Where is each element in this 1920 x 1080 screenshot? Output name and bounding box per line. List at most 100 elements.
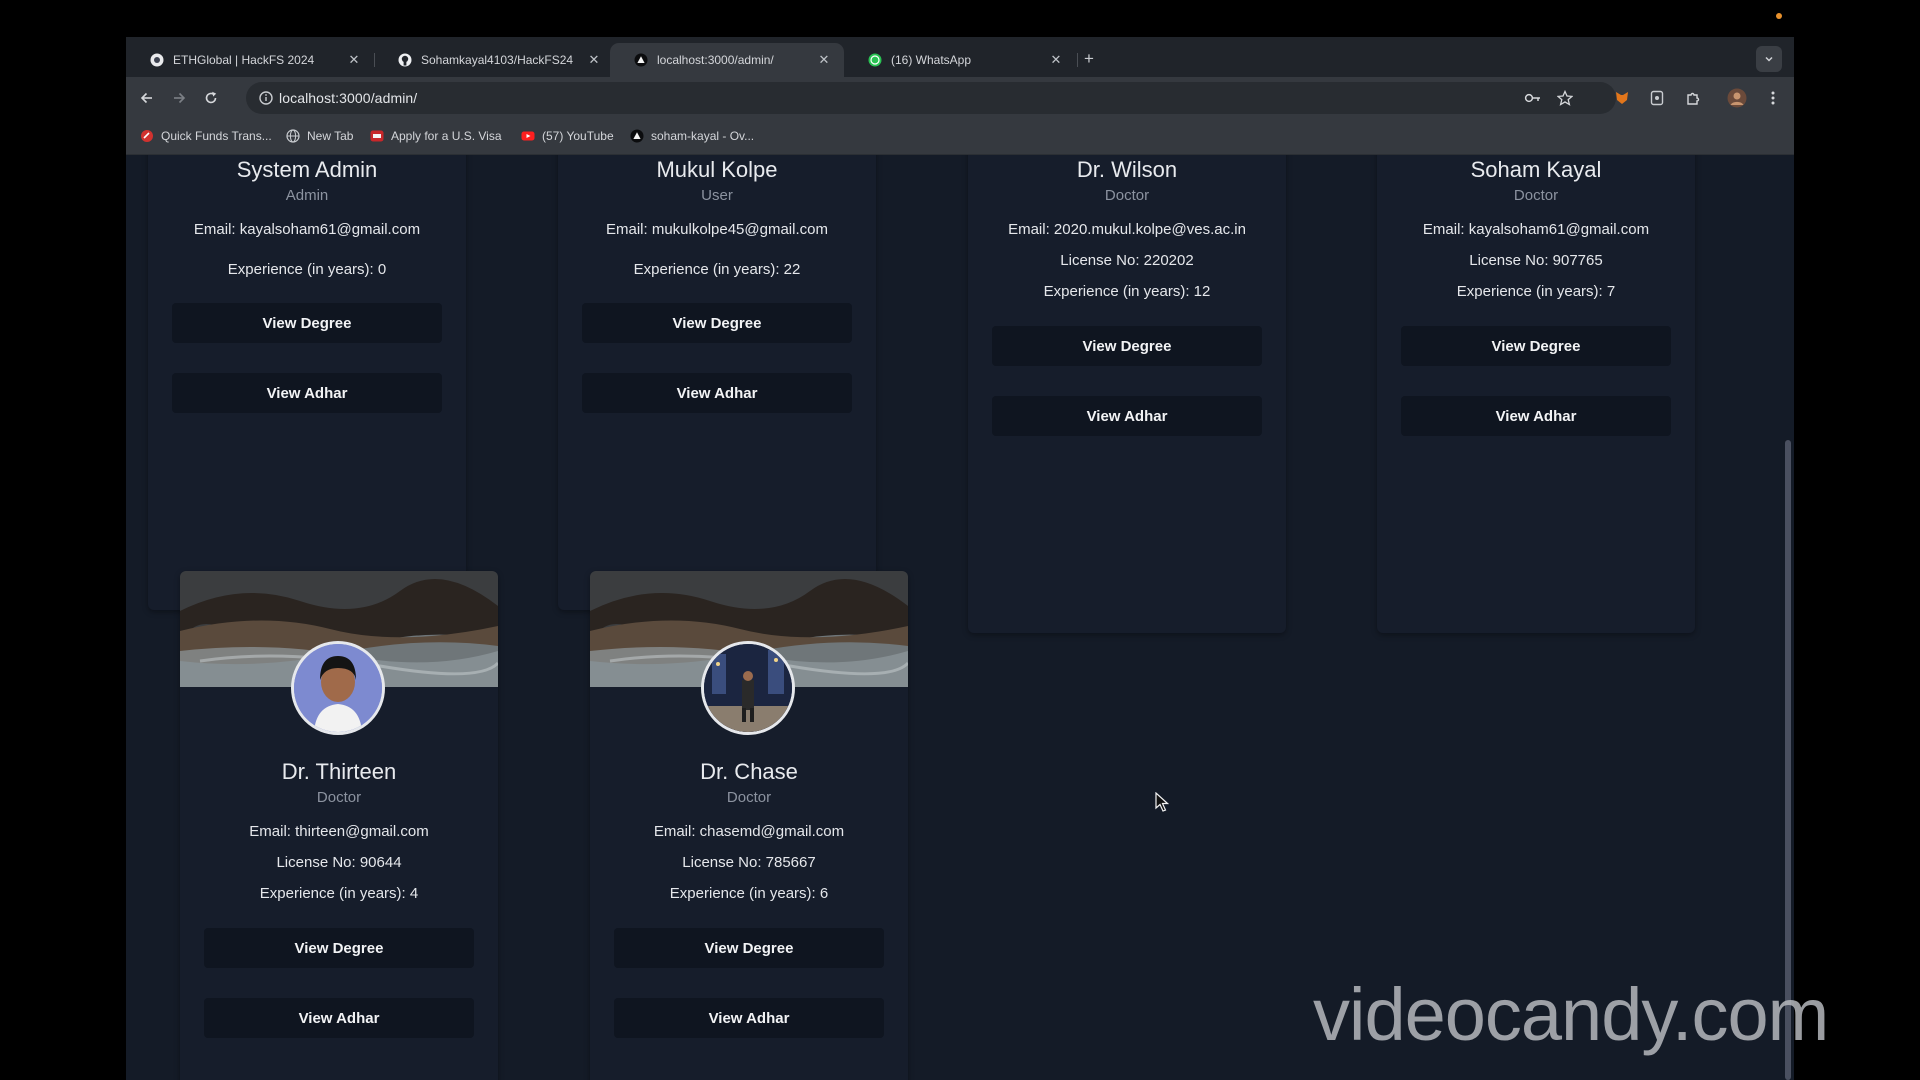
tab-title: localhost:3000/admin/ bbox=[657, 53, 774, 67]
user-email: Email: chasemd@gmail.com bbox=[653, 823, 845, 840]
view-degree-button[interactable]: View Degree bbox=[582, 303, 852, 343]
site-info-icon[interactable] bbox=[258, 90, 274, 106]
user-name: Dr. Chase bbox=[700, 759, 798, 784]
new-tab-button[interactable]: + bbox=[1076, 46, 1102, 72]
metamask-extension-icon[interactable] bbox=[1609, 85, 1635, 111]
bookmark-label: New Tab bbox=[307, 129, 354, 143]
user-name: System Admin bbox=[236, 157, 378, 182]
avatar bbox=[701, 641, 795, 735]
user-license: License No: 90644 bbox=[276, 854, 402, 871]
tab-admin-active[interactable]: localhost:3000/admin/ ✕ bbox=[610, 43, 844, 77]
whatsapp-icon bbox=[868, 53, 882, 67]
user-name: Soham Kayal bbox=[1470, 157, 1602, 182]
user-card: Dr. Chase Doctor Email: chasemd@gmail.co… bbox=[590, 571, 908, 1080]
user-name: Dr. Thirteen bbox=[281, 759, 397, 784]
ethglobal-icon bbox=[150, 53, 164, 67]
view-degree-button[interactable]: View Degree bbox=[204, 928, 474, 968]
arrow-right-icon bbox=[174, 92, 186, 104]
address-bar[interactable] bbox=[246, 82, 1616, 114]
recording-indicator-dot bbox=[1776, 13, 1782, 19]
bookmark-star-icon[interactable] bbox=[1552, 85, 1578, 111]
user-role: Doctor bbox=[726, 789, 772, 806]
user-experience: Experience (in years): 22 bbox=[633, 261, 801, 278]
user-card: Soham Kayal Doctor Email: kayalsoham61@g… bbox=[1377, 155, 1695, 633]
view-degree-button[interactable]: View Degree bbox=[614, 928, 884, 968]
view-degree-button[interactable]: View Degree bbox=[172, 303, 442, 343]
admin-page: System Admin Admin Email: kayalsoham61@g… bbox=[126, 155, 1794, 1080]
user-license: License No: 907765 bbox=[1469, 252, 1603, 269]
user-name: Mukul Kolpe bbox=[656, 157, 778, 182]
vercel-triangle-icon bbox=[630, 129, 644, 143]
user-email: Email: kayalsoham61@gmail.com bbox=[1422, 221, 1650, 238]
user-role: Doctor bbox=[1104, 187, 1150, 204]
user-card: Dr. Wilson Doctor Email: 2020.mukul.kolp… bbox=[968, 155, 1286, 633]
reload-button[interactable] bbox=[198, 85, 224, 111]
visa-site-icon bbox=[370, 129, 384, 143]
chevron-down-icon bbox=[1765, 56, 1773, 62]
tab-search-button[interactable] bbox=[1756, 46, 1782, 72]
wallet-extension-icon[interactable] bbox=[1644, 85, 1670, 111]
github-icon bbox=[398, 53, 412, 67]
bookmark-new-tab[interactable]: New Tab bbox=[286, 129, 353, 143]
user-role: Doctor bbox=[316, 789, 362, 806]
avatar bbox=[291, 641, 385, 735]
view-degree-button[interactable]: View Degree bbox=[992, 326, 1262, 366]
user-email: Email: 2020.mukul.kolpe@ves.ac.in bbox=[1008, 221, 1246, 238]
bookmark-app-icon bbox=[140, 129, 154, 143]
view-adhar-button[interactable]: View Adhar bbox=[992, 396, 1262, 436]
bookmark-quick-funds[interactable]: Quick Funds Trans... bbox=[140, 129, 272, 143]
user-email: Email: mukulkolpe45@gmail.com bbox=[606, 221, 828, 238]
view-degree-button[interactable]: View Degree bbox=[1401, 326, 1671, 366]
tab-ethglobal[interactable]: ETHGlobal | HackFS 2024 ✕ bbox=[126, 43, 374, 77]
bookmark-label: Apply for a U.S. Visa bbox=[391, 129, 502, 143]
profile-avatar-icon[interactable] bbox=[1724, 85, 1750, 111]
arrow-left-icon bbox=[140, 92, 152, 104]
bookmark-label: soham-kayal - Ov... bbox=[651, 129, 755, 143]
view-adhar-button[interactable]: View Adhar bbox=[1401, 396, 1671, 436]
user-experience: Experience (in years): 4 bbox=[259, 885, 419, 902]
user-experience: Experience (in years): 6 bbox=[669, 885, 829, 902]
tab-title: ETHGlobal | HackFS 2024 bbox=[173, 53, 315, 67]
view-adhar-button[interactable]: View Adhar bbox=[614, 998, 884, 1038]
user-card: Mukul Kolpe User Email: mukulkolpe45@gma… bbox=[558, 155, 876, 610]
user-role: Doctor bbox=[1513, 187, 1559, 204]
browser-toolbar: localhost:3000/admin/ bbox=[126, 77, 1794, 119]
back-button[interactable] bbox=[134, 85, 160, 111]
bookmark-label: (57) YouTube bbox=[542, 129, 614, 143]
user-license: License No: 785667 bbox=[682, 854, 816, 871]
bookmarks-bar: Quick Funds Trans... New Tab Apply for a… bbox=[126, 119, 1794, 155]
vercel-triangle-icon bbox=[634, 53, 648, 67]
user-card: System Admin Admin Email: kayalsoham61@g… bbox=[148, 155, 466, 610]
user-card: Dr. Thirteen Doctor Email: thirteen@gmai… bbox=[180, 571, 498, 1080]
tab-strip: ETHGlobal | HackFS 2024 ✕ Sohamkayal4103… bbox=[126, 37, 1794, 77]
view-adhar-button[interactable]: View Adhar bbox=[582, 373, 852, 413]
bookmark-youtube[interactable]: (57) YouTube bbox=[521, 129, 614, 143]
forward-button[interactable] bbox=[166, 85, 192, 111]
puzzle-extensions-icon[interactable] bbox=[1680, 85, 1706, 111]
browser-window: ETHGlobal | HackFS 2024 ✕ Sohamkayal4103… bbox=[126, 37, 1794, 1080]
close-tab-icon[interactable]: ✕ bbox=[346, 52, 362, 68]
user-name: Dr. Wilson bbox=[1076, 157, 1178, 182]
tab-title: (16) WhatsApp bbox=[891, 53, 972, 67]
page-scrollbar[interactable] bbox=[1782, 155, 1794, 1080]
tab-github[interactable]: Sohamkayal4103/HackFS24 ✕ bbox=[374, 43, 614, 77]
tab-whatsapp[interactable]: (16) WhatsApp ✕ bbox=[844, 43, 1076, 77]
bookmark-us-visa[interactable]: Apply for a U.S. Visa bbox=[370, 129, 502, 143]
reload-icon bbox=[205, 91, 217, 104]
view-adhar-button[interactable]: View Adhar bbox=[204, 998, 474, 1038]
password-key-icon[interactable] bbox=[1520, 85, 1546, 111]
user-email: Email: thirteen@gmail.com bbox=[249, 823, 429, 840]
tab-title: Sohamkayal4103/HackFS24 bbox=[421, 53, 574, 67]
view-adhar-button[interactable]: View Adhar bbox=[172, 373, 442, 413]
user-license: License No: 220202 bbox=[1060, 252, 1194, 269]
close-tab-icon[interactable]: ✕ bbox=[816, 52, 832, 68]
close-tab-icon[interactable]: ✕ bbox=[586, 52, 602, 68]
user-email: Email: kayalsoham61@gmail.com bbox=[193, 221, 421, 238]
close-tab-icon[interactable]: ✕ bbox=[1048, 52, 1064, 68]
globe-icon bbox=[286, 129, 300, 143]
user-experience: Experience (in years): 0 bbox=[227, 261, 387, 278]
browser-menu-icon[interactable] bbox=[1760, 85, 1786, 111]
watermark-text: videocandy.com bbox=[1313, 973, 1829, 1056]
url-text[interactable]: localhost:3000/admin/ bbox=[279, 90, 417, 106]
bookmark-soham-kayal[interactable]: soham-kayal - Ov... bbox=[630, 129, 754, 143]
